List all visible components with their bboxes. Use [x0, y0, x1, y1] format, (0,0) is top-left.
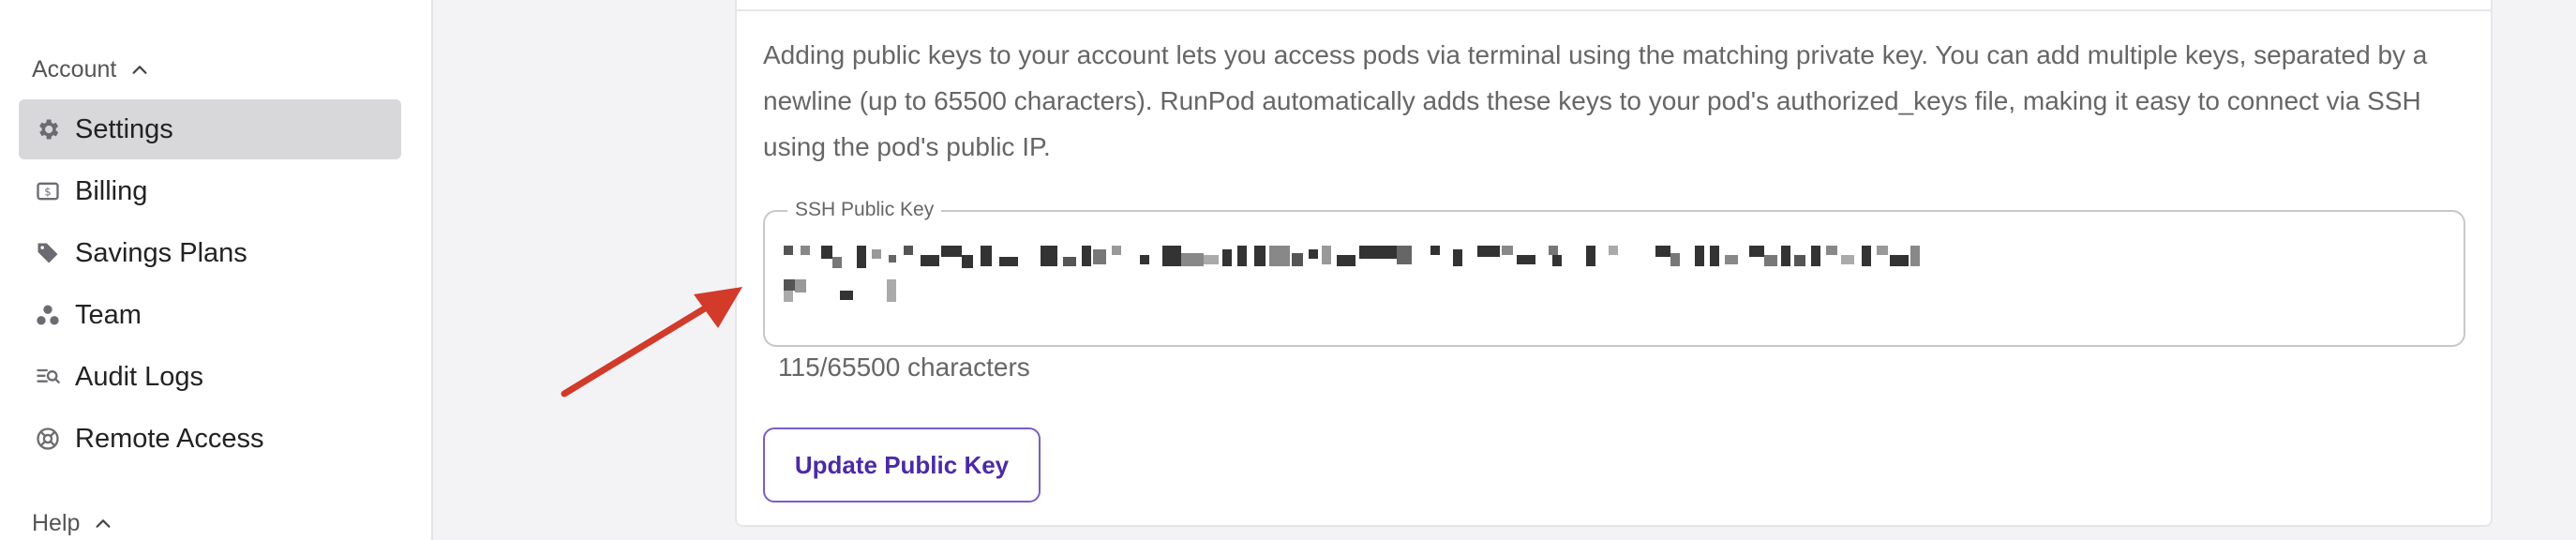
account-section-header[interactable]: Account — [32, 56, 150, 83]
ssh-field-label: SSH Public Key — [787, 199, 942, 221]
sidebar-item-label: Billing — [75, 175, 148, 206]
sidebar-item-billing[interactable]: $ Billing — [19, 161, 401, 221]
sidebar-item-label: Audit Logs — [75, 361, 204, 392]
gear-icon — [34, 115, 62, 143]
help-section-header[interactable]: Help — [32, 510, 113, 537]
sidebar-item-label: Savings Plans — [75, 237, 247, 268]
annotation-arrow-icon — [561, 287, 742, 398]
character-count: 115/65500 characters — [778, 352, 1030, 382]
sidebar-item-remote-access[interactable]: Remote Access — [19, 409, 401, 469]
ssh-key-card: Adding public keys to your account lets … — [735, 0, 2493, 527]
team-icon — [34, 301, 62, 329]
sidebar-item-savings-plans[interactable]: Savings Plans — [19, 223, 401, 283]
sidebar-item-label: Settings — [75, 113, 173, 144]
sidebar-item-settings[interactable]: Settings — [19, 99, 401, 159]
chevron-up-icon — [132, 65, 147, 74]
divider — [737, 9, 2491, 11]
sidebar: Account Settings $ Billing Savings Plans… — [0, 0, 433, 540]
ssh-public-key-field[interactable]: SSH Public Key — [763, 199, 2465, 347]
billing-icon: $ — [34, 177, 62, 205]
tag-icon — [34, 239, 62, 267]
account-heading: Account — [32, 56, 117, 82]
redacted-key-value — [784, 246, 1920, 302]
remote-access-icon — [34, 425, 62, 453]
ssh-description: Adding public keys to your account lets … — [763, 40, 2428, 161]
chevron-up-icon — [96, 518, 111, 528]
audit-logs-icon — [34, 363, 62, 391]
update-public-key-button[interactable]: Update Public Key — [763, 428, 1041, 502]
sidebar-item-label: Team — [75, 299, 142, 330]
help-heading: Help — [32, 510, 81, 536]
svg-text:$: $ — [44, 186, 51, 199]
sidebar-item-audit-logs[interactable]: Audit Logs — [19, 347, 401, 407]
sidebar-item-label: Remote Access — [75, 423, 264, 454]
sidebar-item-team[interactable]: Team — [19, 285, 401, 345]
